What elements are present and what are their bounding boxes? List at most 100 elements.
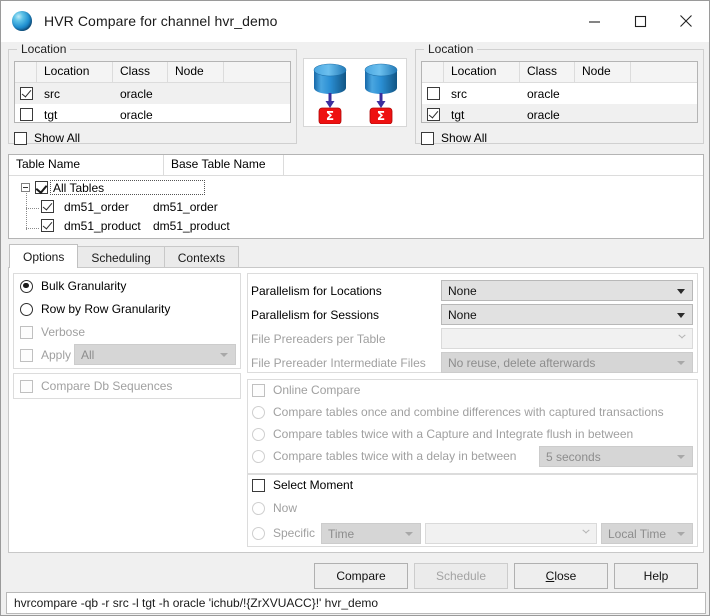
- column-header-node[interactable]: Node: [168, 62, 224, 82]
- left-show-all-checkbox[interactable]: [14, 131, 27, 145]
- table-row[interactable]: src oracle: [15, 83, 290, 104]
- sigma-glyph: Σ: [325, 109, 333, 123]
- parallelism-locations-combo[interactable]: None: [441, 280, 693, 301]
- column-header-node[interactable]: Node: [575, 62, 631, 82]
- tree-cell-table-name: dm51_product: [64, 218, 141, 233]
- right-show-all-row[interactable]: Show All: [421, 131, 487, 145]
- column-header-base-table-name[interactable]: Base Table Name: [164, 155, 284, 175]
- hvr-compare-dialog: HVR Compare for channel hvr_demo Locatio…: [0, 0, 710, 616]
- tree-row-table[interactable]: dm51_order dm51_order: [9, 197, 703, 216]
- right-location-table-header: Location Class Node: [422, 62, 697, 83]
- column-header-class[interactable]: Class: [113, 62, 168, 82]
- column-header-location[interactable]: Location: [37, 62, 113, 82]
- row-by-row-granularity-radio[interactable]: [20, 302, 33, 316]
- select-moment-row[interactable]: Select Moment: [252, 478, 353, 492]
- online-compare-option-delay-radio: [252, 449, 265, 463]
- file-prereader-intermediate-files-value: No reuse, delete afterwards: [448, 355, 596, 370]
- row-checkbox[interactable]: [19, 108, 33, 121]
- row-checkbox-cell[interactable]: [15, 87, 37, 100]
- select-moment-value-field: [425, 523, 597, 544]
- verbose-label: Verbose: [41, 325, 86, 339]
- online-compare-checkbox: [252, 383, 265, 397]
- database-sigma-unit: Σ: [311, 62, 349, 124]
- online-compare-delay-value: 5 seconds: [546, 449, 601, 464]
- window-title: HVR Compare for channel hvr_demo: [44, 13, 278, 29]
- select-moment-checkbox[interactable]: [252, 478, 265, 492]
- minimize-icon[interactable]: [571, 1, 617, 41]
- tree-row-all-tables[interactable]: All Tables: [9, 178, 703, 197]
- column-header-check: [422, 62, 444, 82]
- select-moment-specific-radio: [252, 526, 265, 540]
- compare-button[interactable]: Compare: [314, 563, 408, 589]
- close-button[interactable]: Close: [514, 563, 608, 589]
- tab-contexts[interactable]: Contexts: [163, 246, 240, 268]
- tree-cell-table-name: dm51_order: [64, 199, 129, 214]
- column-header-table-name[interactable]: Table Name: [9, 155, 164, 175]
- online-compare-option-flush-label: Compare tables twice with a Capture and …: [273, 427, 634, 441]
- parallelism-locations-label: Parallelism for Locations: [251, 284, 382, 298]
- parallelism-sessions-value: None: [448, 307, 477, 322]
- online-compare-option-delay-row: Compare tables twice with a delay in bet…: [252, 449, 516, 463]
- right-location-table[interactable]: Location Class Node src oracle tgt oracl…: [421, 61, 698, 123]
- tab-options[interactable]: Options: [9, 244, 79, 268]
- tab-scheduling[interactable]: Scheduling: [77, 246, 165, 268]
- tables-tree[interactable]: Table Name Base Table Name All Tables dm…: [8, 154, 704, 239]
- chevron-down-icon: [582, 531, 590, 536]
- apply-label: Apply: [41, 348, 72, 362]
- maximize-icon[interactable]: [617, 1, 663, 41]
- table-row[interactable]: tgt oracle: [422, 104, 697, 122]
- row-by-row-granularity-label: Row by Row Granularity: [41, 302, 171, 316]
- row-by-row-granularity-row[interactable]: Row by Row Granularity: [20, 302, 170, 316]
- row-checkbox-cell[interactable]: [422, 108, 444, 121]
- tree-row-table[interactable]: dm51_product dm51_product: [9, 216, 703, 235]
- table-row[interactable]: tgt oracle: [15, 104, 290, 122]
- bulk-granularity-row[interactable]: Bulk Granularity: [20, 279, 126, 293]
- file-prereader-intermediate-files-combo: No reuse, delete afterwards: [441, 352, 693, 373]
- close-icon[interactable]: [663, 1, 709, 41]
- row-checkbox[interactable]: [19, 87, 33, 100]
- column-header-filler: [224, 62, 290, 82]
- apply-combo: All: [74, 344, 236, 365]
- left-location-group-title: Location: [17, 42, 71, 56]
- apply-combo-value: All: [81, 347, 95, 362]
- chevron-down-icon: [678, 336, 686, 341]
- left-location-table[interactable]: Location Class Node src oracle tgt oracl…: [14, 61, 291, 123]
- all-tables-checkbox[interactable]: [35, 181, 48, 194]
- select-moment-label: Select Moment: [273, 478, 354, 492]
- table-checkbox[interactable]: [41, 219, 54, 232]
- tab-scheduling-label: Scheduling: [91, 250, 151, 265]
- chevron-down-icon: [677, 312, 685, 318]
- column-header-location[interactable]: Location: [444, 62, 520, 82]
- row-checkbox[interactable]: [426, 87, 440, 100]
- column-header-class[interactable]: Class: [520, 62, 575, 82]
- right-show-all-label: Show All: [441, 131, 488, 145]
- online-compare-option-delay-label: Compare tables twice with a delay in bet…: [273, 449, 517, 463]
- chevron-down-icon: [677, 531, 685, 536]
- table-row[interactable]: src oracle: [422, 83, 697, 104]
- verbose-row: Verbose: [20, 325, 85, 339]
- row-checkbox-cell[interactable]: [422, 87, 444, 100]
- tree-expander-icon[interactable]: [21, 183, 30, 192]
- parallelism-sessions-combo[interactable]: None: [441, 304, 693, 325]
- compare-button-label: Compare: [336, 569, 386, 583]
- cell-class: oracle: [120, 86, 153, 101]
- window-controls: [571, 1, 709, 41]
- row-checkbox-cell[interactable]: [15, 108, 37, 121]
- chevron-down-icon: [677, 288, 685, 294]
- all-tables-label: All Tables: [50, 180, 205, 195]
- tab-strip: Options Scheduling Contexts: [9, 244, 240, 268]
- column-header-check: [15, 62, 37, 82]
- online-compare-label: Online Compare: [273, 383, 361, 397]
- right-show-all-checkbox[interactable]: [421, 131, 434, 145]
- bulk-granularity-radio[interactable]: [20, 279, 33, 293]
- select-moment-type-value: Time: [328, 526, 355, 541]
- help-button[interactable]: Help: [614, 563, 698, 589]
- left-location-table-header: Location Class Node: [15, 62, 290, 83]
- row-checkbox[interactable]: [426, 108, 440, 121]
- schedule-button-label: Schedule: [435, 569, 487, 583]
- right-location-group-title: Location: [424, 42, 478, 56]
- left-show-all-row[interactable]: Show All: [14, 131, 80, 145]
- compare-databases-graphic: Σ Σ: [303, 58, 407, 127]
- compare-db-sequences-checkbox: [20, 379, 33, 393]
- table-checkbox[interactable]: [41, 200, 54, 213]
